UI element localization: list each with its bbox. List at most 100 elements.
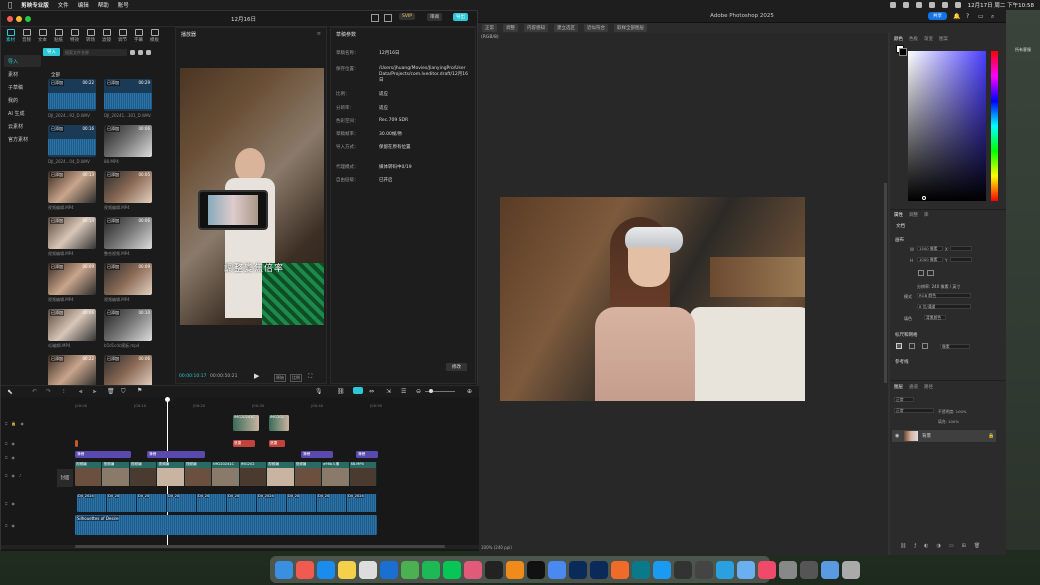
effect-clip[interactable]: 滑稽 bbox=[301, 451, 333, 458]
github-icon[interactable] bbox=[485, 560, 503, 579]
ps-portrait-icon[interactable] bbox=[918, 270, 924, 276]
filter-icon[interactable] bbox=[138, 49, 143, 55]
media-thumbnail[interactable]: 已添加 00:10 bbox=[104, 309, 152, 341]
video-clip[interactable]: 视频编 bbox=[129, 462, 158, 486]
tool-transition[interactable]: 转场 bbox=[86, 29, 95, 43]
track-lock-icon[interactable]: ⎕ bbox=[5, 523, 7, 528]
sidebar-item[interactable]: 素材 bbox=[4, 68, 41, 80]
menu-item-edit[interactable]: 编辑 bbox=[78, 1, 89, 9]
ps-option[interactable]: 调整 bbox=[503, 24, 518, 32]
ps-share-button[interactable]: 共享 bbox=[928, 12, 947, 20]
sidebar-item[interactable]: 云素材 bbox=[4, 120, 41, 132]
video-clip[interactable]: 视频编 bbox=[184, 462, 213, 486]
shield-icon[interactable]: ⛉ bbox=[121, 388, 126, 396]
ps-search-icon[interactable]: ⌕ bbox=[991, 13, 994, 21]
tool-adjust[interactable]: 调节 bbox=[118, 29, 127, 43]
track-audio-icon[interactable]: ◉ bbox=[11, 523, 15, 528]
vip-button[interactable]: SVIP bbox=[399, 13, 415, 20]
split-right-icon[interactable]: ⫸ bbox=[93, 388, 96, 396]
video-clip[interactable]: a96b人像 bbox=[322, 462, 350, 486]
ps-y-field[interactable] bbox=[950, 257, 972, 262]
music-icon[interactable] bbox=[758, 560, 776, 579]
ps-panel-tab[interactable]: 属性 bbox=[894, 212, 903, 218]
notes-icon[interactable] bbox=[338, 560, 356, 579]
media-thumbnail[interactable]: 已添加 00:16 bbox=[48, 125, 96, 157]
audio-clip[interactable]: DJI_20 bbox=[227, 494, 257, 512]
ps-mode-select[interactable]: RGB 颜色 bbox=[917, 293, 971, 298]
caption-icon[interactable]: ☰ bbox=[401, 388, 406, 395]
magnet-icon[interactable] bbox=[353, 387, 363, 394]
ps-panel-tab[interactable]: 路径 bbox=[924, 384, 933, 390]
video-clip[interactable]: 88.MP4 bbox=[349, 462, 377, 486]
ps-landscape-icon[interactable] bbox=[927, 270, 934, 276]
ps-x-field[interactable] bbox=[950, 246, 972, 251]
mask-clip[interactable]: 遮罩 bbox=[269, 440, 285, 447]
effect-clip[interactable]: 滑稽 bbox=[75, 451, 131, 458]
grid-view-icon[interactable] bbox=[146, 49, 151, 55]
track-audio-icon[interactable]: ♪ bbox=[19, 473, 22, 478]
fit-button[interactable]: 比例 bbox=[290, 374, 302, 382]
media-thumbnail[interactable]: 已添加 00:06 bbox=[48, 309, 96, 341]
media-thumbnail[interactable]: 已添加 00:22 bbox=[48, 355, 96, 385]
timeline-scrollbar[interactable] bbox=[1, 545, 479, 549]
zoom-icon[interactable] bbox=[25, 15, 31, 22]
media-thumbnail[interactable]: 已添加 00:09 bbox=[48, 263, 96, 295]
ps-fill-select[interactable]: 背景颜色 bbox=[924, 315, 946, 320]
redo-icon[interactable]: ↷ bbox=[46, 388, 51, 395]
split-icon[interactable]: ⫶ bbox=[63, 388, 65, 396]
ps-option[interactable]: 正常 bbox=[482, 24, 497, 32]
play-icon[interactable]: ▶ bbox=[254, 372, 259, 380]
ps-bits-select[interactable]: 8 位/通道 bbox=[917, 304, 971, 309]
media-thumbnail[interactable]: 已添加 00:13 bbox=[48, 171, 96, 203]
track-eye-icon[interactable]: ◉ bbox=[11, 455, 15, 460]
media-thumbnail[interactable]: 已添加 00:05 bbox=[104, 171, 152, 203]
maps-icon[interactable] bbox=[401, 560, 419, 579]
weather-icon[interactable] bbox=[737, 560, 755, 579]
ps-layer-row[interactable]: ◉ 背景 🔒 bbox=[892, 430, 996, 442]
ps-panel-tab[interactable]: 图层 bbox=[894, 384, 903, 390]
close-icon[interactable] bbox=[7, 15, 13, 22]
capcut-icon[interactable] bbox=[527, 560, 545, 579]
camera-icon[interactable] bbox=[695, 560, 713, 579]
group-icon[interactable]: ▭ bbox=[949, 543, 954, 549]
mark-icon[interactable]: ⚑ bbox=[137, 387, 142, 394]
media-thumbnail[interactable]: 已添加 00:14 bbox=[48, 217, 96, 249]
menu-item-account[interactable]: 账号 bbox=[118, 1, 129, 9]
video-clip[interactable]: 视频编 bbox=[75, 462, 103, 486]
search-input[interactable] bbox=[63, 48, 127, 56]
telegram-icon[interactable] bbox=[716, 560, 734, 579]
ps-bell-icon[interactable]: 🔔 bbox=[953, 13, 960, 20]
ps-hue-slider[interactable] bbox=[991, 51, 998, 201]
audio-clip[interactable]: DJI_20 bbox=[137, 494, 167, 512]
ps-workspace-icon[interactable]: ▭ bbox=[978, 13, 984, 20]
cover-button[interactable]: 封面 bbox=[57, 469, 73, 487]
media-thumbnail[interactable]: 已添加 00:06 bbox=[104, 217, 152, 249]
playhead-knob[interactable] bbox=[165, 397, 170, 402]
ps-panel-tab[interactable]: 库 bbox=[924, 212, 929, 218]
spotify-icon[interactable] bbox=[422, 560, 440, 579]
delete-icon[interactable]: 🗑 bbox=[107, 388, 115, 395]
xcode-icon[interactable] bbox=[380, 560, 398, 579]
vlc-icon[interactable] bbox=[506, 560, 524, 579]
ps-option[interactable]: 近似符合 bbox=[584, 24, 608, 32]
ps-fill[interactable]: 填充: 100% bbox=[938, 419, 959, 425]
status-clock-icon[interactable] bbox=[902, 2, 909, 8]
tool-filter[interactable]: 滤镜 bbox=[102, 29, 111, 43]
ps-guides-icon[interactable] bbox=[922, 343, 928, 349]
sidebar-item[interactable]: 官方素材 bbox=[4, 133, 41, 145]
ps-blend-mode[interactable]: 正常 bbox=[894, 408, 934, 413]
sidebar-item[interactable]: 导入 bbox=[4, 55, 41, 67]
zoom-out-icon[interactable]: ⊖ bbox=[416, 388, 421, 395]
audio-clip[interactable]: DJI_20 bbox=[107, 494, 137, 512]
media-thumbnail[interactable]: 已添加 00:22 bbox=[48, 79, 96, 111]
apple-icon[interactable]:  bbox=[8, 1, 12, 9]
audio-clip[interactable]: DJI_20 bbox=[317, 494, 347, 512]
grid-icon[interactable] bbox=[384, 14, 392, 22]
video-clip[interactable]: IMG202 bbox=[239, 462, 268, 486]
line-icon[interactable] bbox=[443, 560, 461, 579]
tool-audio[interactable]: 音频 bbox=[22, 29, 31, 43]
tool-template[interactable]: 模板 bbox=[150, 29, 159, 43]
text-clip[interactable]: IMG20241C bbox=[233, 415, 259, 431]
audio-clip[interactable]: DJI_20 bbox=[287, 494, 317, 512]
layer-eye-icon[interactable]: ◉ bbox=[895, 433, 899, 439]
